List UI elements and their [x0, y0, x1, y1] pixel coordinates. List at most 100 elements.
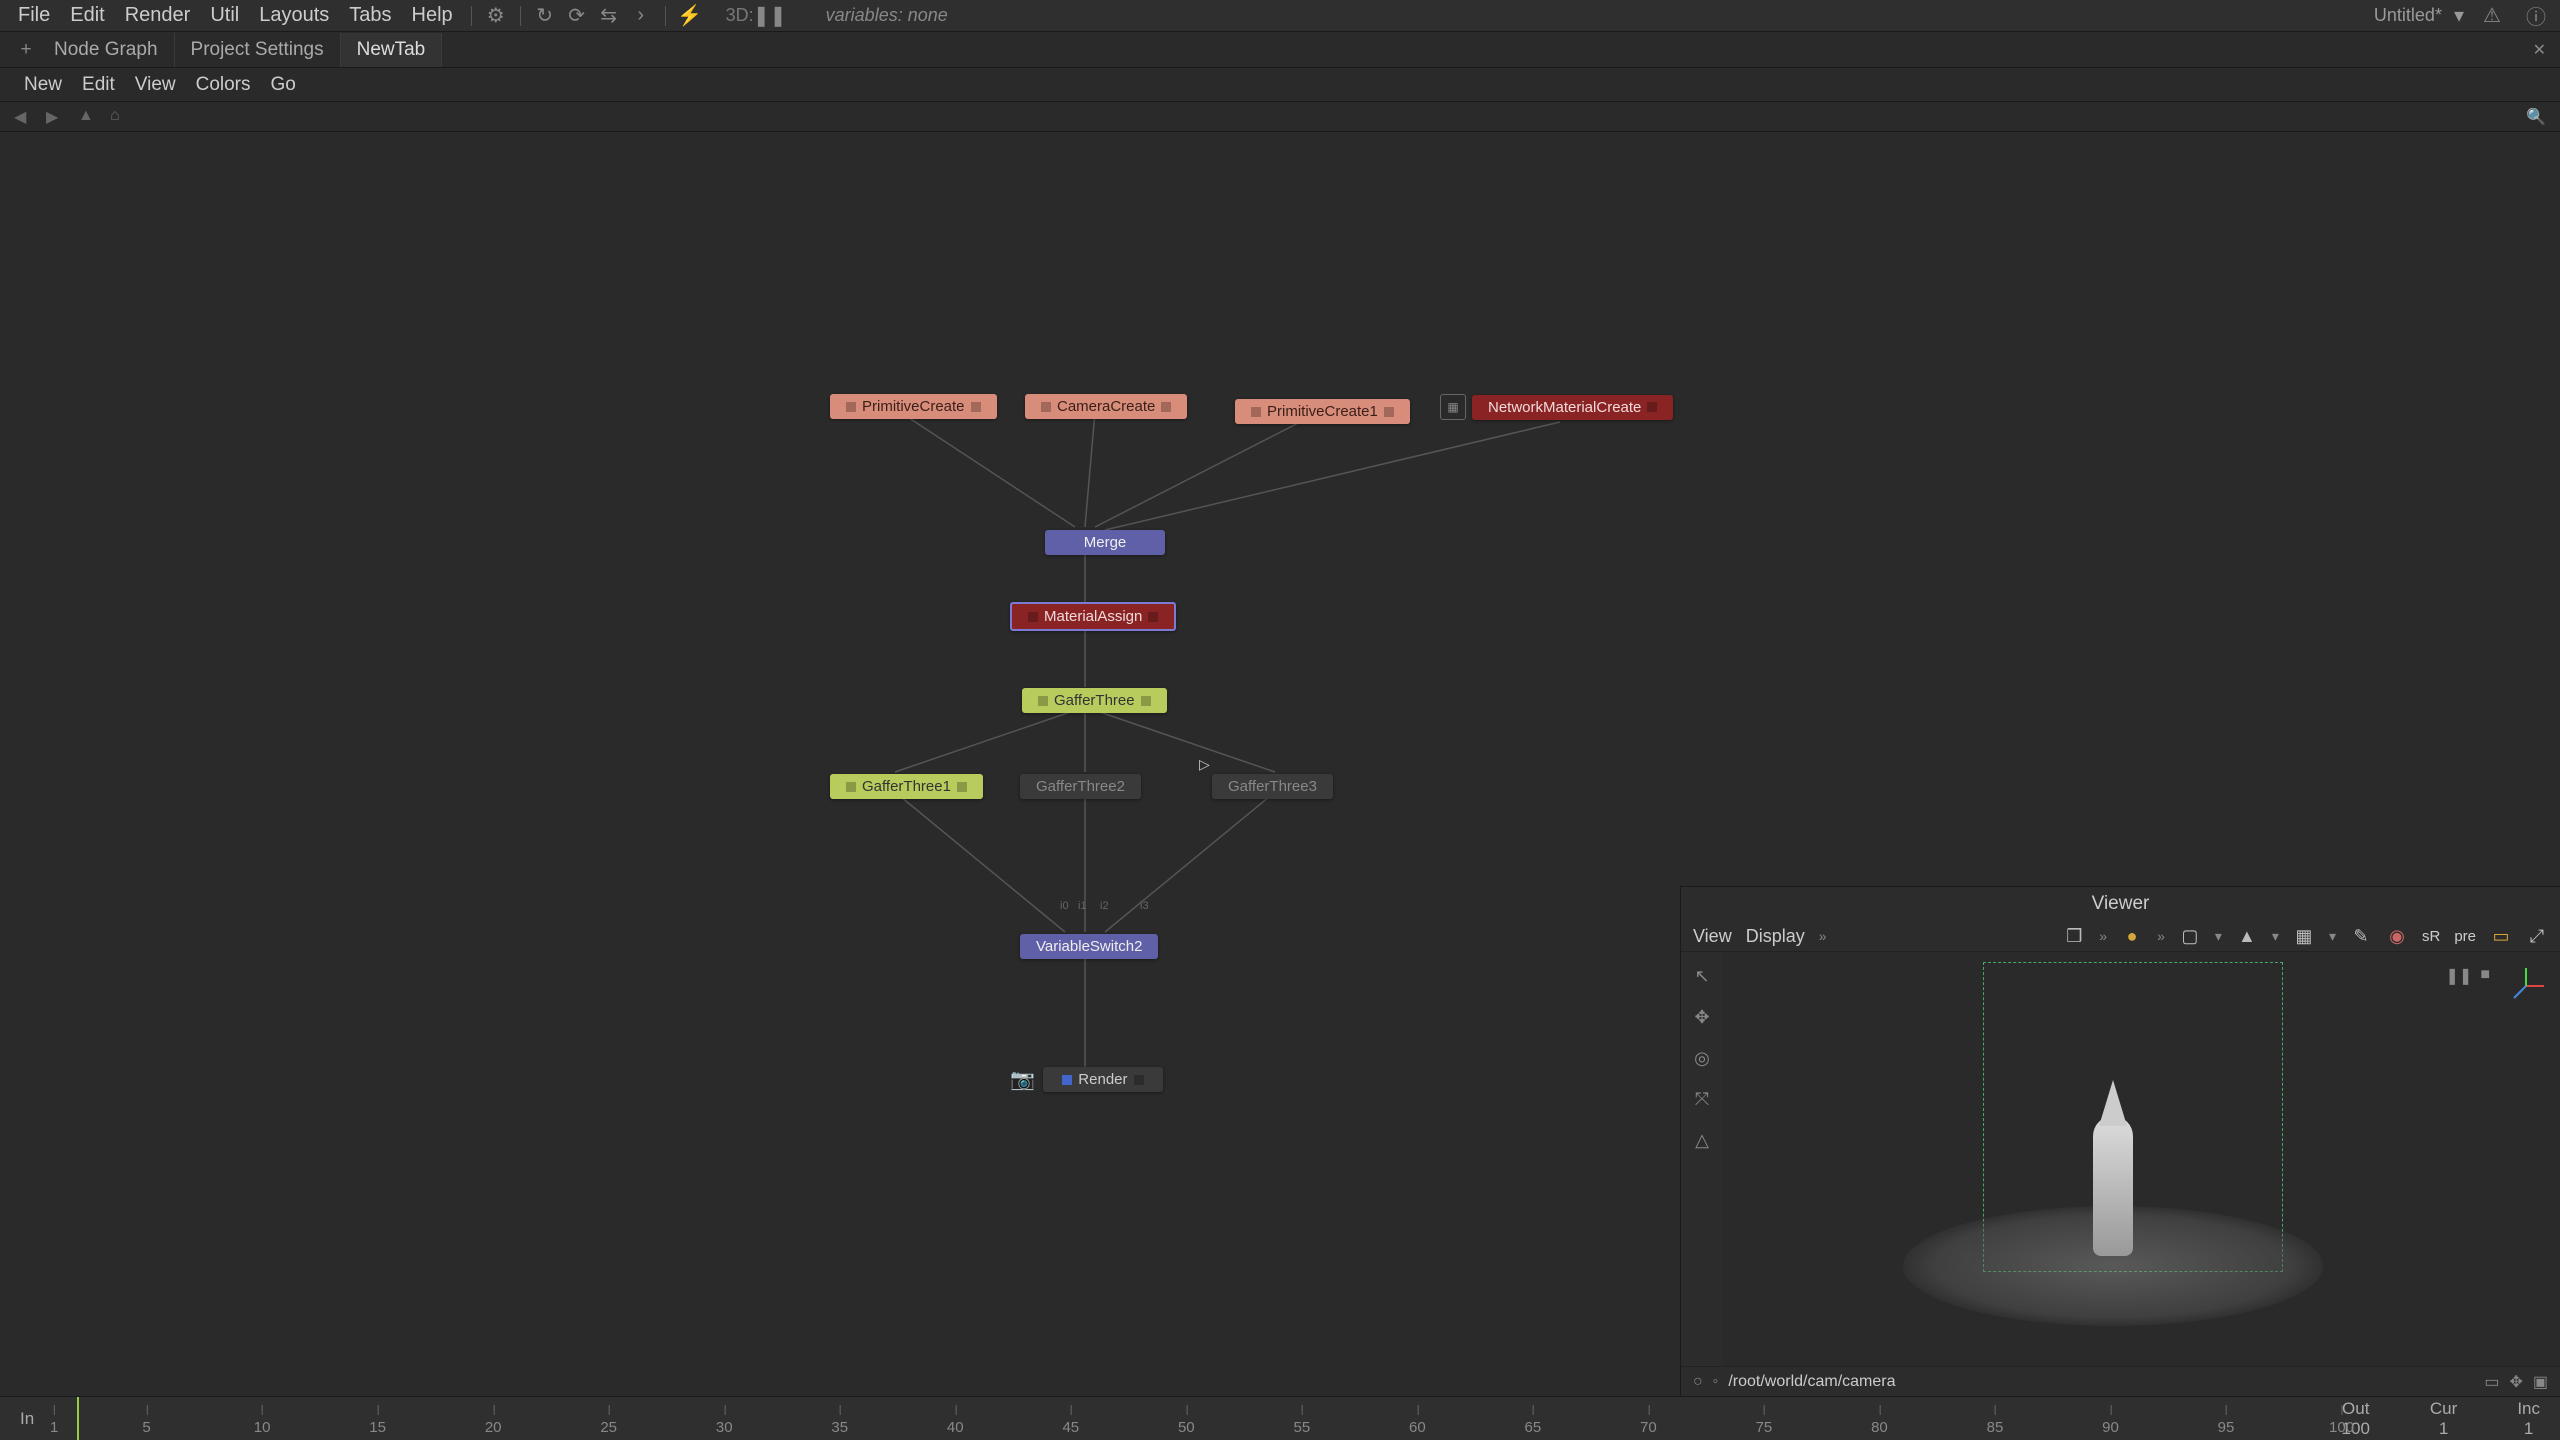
submenu-view[interactable]: View: [125, 74, 186, 96]
pause-3d-icon[interactable]: ❚❚: [758, 4, 782, 28]
tab-project-settings[interactable]: Project Settings: [175, 33, 341, 67]
node-primitivecreate[interactable]: PrimitiveCreate: [830, 394, 997, 419]
menu-file[interactable]: File: [8, 4, 60, 27]
viewer-menu-view[interactable]: View: [1693, 926, 1732, 947]
menu-tabs[interactable]: Tabs: [339, 4, 401, 27]
node-materialassign[interactable]: MaterialAssign: [1010, 602, 1176, 631]
tab-add-icon[interactable]: +: [14, 39, 38, 61]
scale-icon[interactable]: ⤧: [1695, 1089, 1709, 1110]
submenu-edit[interactable]: Edit: [72, 74, 125, 96]
shadingnetwork-icon[interactable]: ▦: [1440, 394, 1466, 420]
node-gafferthree3[interactable]: GafferThree3: [1212, 774, 1333, 799]
document-title[interactable]: Untitled*: [2374, 5, 2442, 26]
frame-icon[interactable]: ▭: [2484, 1372, 2499, 1392]
gear-icon[interactable]: ⚙: [484, 4, 508, 28]
nav-up-icon[interactable]: ▲: [78, 107, 98, 127]
timeline-tick: 35: [831, 1419, 848, 1436]
nav-back-icon[interactable]: ◀: [14, 107, 34, 127]
submenu-colors[interactable]: Colors: [186, 74, 261, 96]
node-primitivecreate1[interactable]: PrimitiveCreate1: [1235, 399, 1410, 424]
node-cameracreate[interactable]: CameraCreate: [1025, 394, 1187, 419]
chevron-down-icon[interactable]: ▾: [2329, 928, 2336, 945]
sr-label[interactable]: sR: [2422, 928, 2440, 945]
light-icon[interactable]: △: [1695, 1130, 1709, 1151]
menu-util[interactable]: Util: [200, 4, 249, 27]
scene-geometry[interactable]: [2093, 1116, 2133, 1256]
node-variableswitch2[interactable]: VariableSwitch2: [1020, 934, 1158, 959]
wand-icon[interactable]: ✎: [2350, 925, 2372, 947]
dropdown-icon[interactable]: ▾: [2454, 3, 2464, 28]
stop-icon[interactable]: ■: [2480, 966, 2490, 986]
view-flag-icon[interactable]: [1062, 1075, 1072, 1085]
monitor-icon[interactable]: ▭: [2490, 925, 2512, 947]
person-icon[interactable]: ▲: [2236, 925, 2258, 947]
flash-icon[interactable]: ⚡: [678, 4, 702, 28]
node-render[interactable]: Render: [1043, 1067, 1163, 1092]
node-gafferthree[interactable]: GafferThree: [1022, 688, 1167, 713]
step-icon[interactable]: ›: [629, 4, 653, 28]
mouse-cursor-icon: ▷: [1199, 756, 1210, 773]
menu-render[interactable]: Render: [115, 4, 201, 27]
expand-icon[interactable]: ⤢: [2526, 925, 2548, 947]
pre-label[interactable]: pre: [2454, 928, 2476, 945]
target-icon[interactable]: ◦: [1713, 1373, 1719, 1391]
chevron-down-icon[interactable]: ▾: [2215, 928, 2222, 945]
color-icon[interactable]: ◉: [2386, 925, 2408, 947]
reload-icon[interactable]: ⟳: [565, 4, 589, 28]
cube-icon[interactable]: ❒: [2063, 925, 2085, 947]
chevron-right-icon[interactable]: »: [1819, 928, 1827, 944]
chevron-down-icon[interactable]: ▾: [2272, 928, 2279, 945]
warning-icon[interactable]: ⚠: [2480, 4, 2504, 28]
node-networkmaterialcreate[interactable]: NetworkMaterialCreate: [1472, 395, 1673, 420]
fit-icon[interactable]: ▣: [2533, 1372, 2548, 1392]
node-render-group[interactable]: 📷 Render: [1010, 1067, 1163, 1092]
timeline-cur-value[interactable]: 1: [2430, 1419, 2457, 1439]
panel-close-icon[interactable]: ✕: [2533, 40, 2546, 60]
axis-gizmo-icon[interactable]: [2506, 966, 2546, 1006]
timeline-tick: 75: [1756, 1419, 1773, 1436]
search-icon[interactable]: 🔍: [2526, 107, 2546, 127]
pointer-icon[interactable]: ↖: [1694, 966, 1709, 987]
timeline[interactable]: In 1510152025303540455055606570758085909…: [0, 1396, 2560, 1440]
node-networkmaterialcreate-group[interactable]: ▦ NetworkMaterialCreate: [1440, 394, 1673, 420]
node-label: CameraCreate: [1057, 398, 1155, 415]
timeline-out-label: Out: [2342, 1399, 2370, 1419]
home-icon[interactable]: ⌂: [110, 107, 130, 127]
node-gafferthree2[interactable]: GafferThree2: [1020, 774, 1141, 799]
sun-icon[interactable]: ●: [2121, 925, 2143, 947]
timeline-tick: 55: [1293, 1419, 1310, 1436]
info-icon[interactable]: ⓘ: [2524, 4, 2548, 28]
timeline-inc-value[interactable]: 1: [2517, 1419, 2540, 1439]
timeline-ruler[interactable]: 1510152025303540455055606570758085909510…: [54, 1397, 2341, 1440]
menu-edit[interactable]: Edit: [60, 4, 114, 27]
chevron-right-icon[interactable]: »: [2157, 928, 2165, 944]
grid-icon[interactable]: ▦: [2293, 925, 2315, 947]
timeline-tick: 10: [254, 1419, 271, 1436]
timeline-playhead[interactable]: [77, 1397, 79, 1440]
rotate-icon[interactable]: ◎: [1694, 1048, 1710, 1069]
nav-fwd-icon[interactable]: ▶: [46, 107, 66, 127]
move-icon[interactable]: ✥: [1694, 1007, 1709, 1028]
viewer-viewport[interactable]: ❚❚ ■: [1723, 952, 2560, 1366]
center-icon[interactable]: ✥: [2509, 1372, 2522, 1392]
node-merge[interactable]: Merge: [1045, 530, 1165, 555]
tab-nodegraph[interactable]: Node Graph: [38, 33, 175, 67]
chevron-right-icon[interactable]: »: [2099, 928, 2107, 944]
crop-icon[interactable]: ▢: [2179, 925, 2201, 947]
camera-path[interactable]: /root/world/cam/camera: [1728, 1373, 1895, 1391]
viewer-menu-display[interactable]: Display: [1746, 926, 1805, 947]
submenu-new[interactable]: New: [14, 74, 72, 96]
timeline-inc-label: Inc: [2517, 1399, 2540, 1419]
submenu-go[interactable]: Go: [261, 74, 306, 96]
node-label: GafferThree: [1054, 692, 1135, 709]
menu-help[interactable]: Help: [402, 4, 463, 27]
refresh-icon[interactable]: ↻: [533, 4, 557, 28]
lock-icon[interactable]: ○: [1693, 1373, 1703, 1391]
pause-icon[interactable]: ❚❚: [2446, 966, 2473, 986]
timeline-tick: 5: [142, 1419, 150, 1436]
sync-icon[interactable]: ⇆: [597, 4, 621, 28]
node-gafferthree1[interactable]: GafferThree1: [830, 774, 983, 799]
menu-layouts[interactable]: Layouts: [249, 4, 339, 27]
variables-display[interactable]: variables: none: [826, 5, 948, 26]
tab-newtab[interactable]: NewTab: [341, 33, 443, 67]
